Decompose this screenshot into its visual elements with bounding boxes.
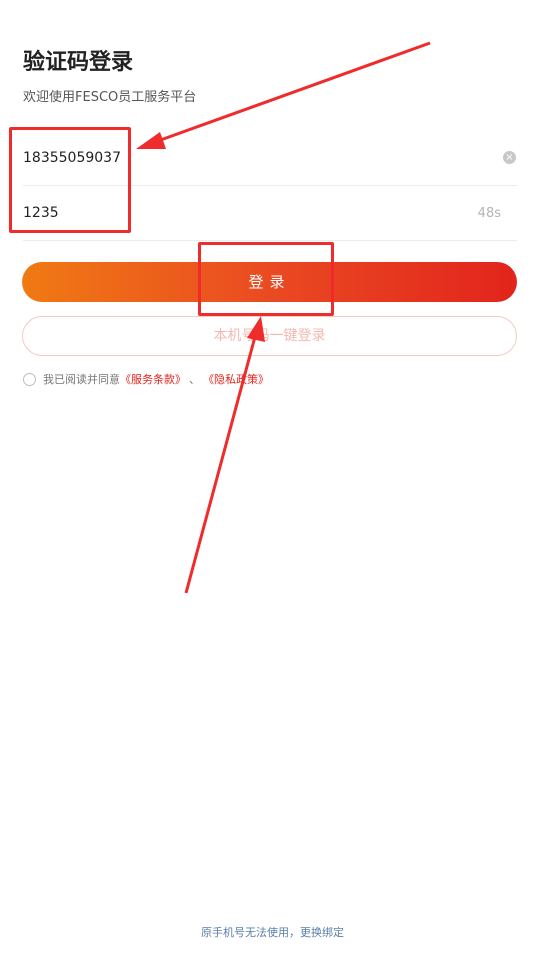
code-input[interactable]: [23, 200, 443, 226]
onekey-login-button[interactable]: 本机号码一键登录: [22, 316, 517, 356]
agreement-prefix: 我已阅读并同意: [43, 373, 120, 386]
change-binding-link[interactable]: 原手机号无法使用，更换绑定: [0, 924, 545, 940]
agreement-separator: 、: [189, 373, 200, 386]
page-title: 验证码登录: [23, 50, 134, 75]
login-button[interactable]: 登录: [22, 262, 517, 302]
phone-input[interactable]: [23, 145, 443, 171]
checkbox-icon[interactable]: [23, 372, 36, 386]
page-subtitle: 欢迎使用FESCO员工服务平台: [23, 90, 197, 105]
terms-link[interactable]: 《服务条款》: [120, 371, 186, 387]
clear-icon[interactable]: ×: [503, 151, 516, 164]
countdown-timer: 48s: [477, 206, 501, 221]
code-field: 48s: [23, 186, 517, 241]
agreement-row: 我已阅读并同意 《服务条款》 、 《隐私政策》: [23, 371, 269, 387]
arrow-icon: [184, 316, 265, 594]
phone-field: ×: [23, 131, 517, 186]
privacy-link[interactable]: 《隐私政策》: [203, 371, 269, 387]
